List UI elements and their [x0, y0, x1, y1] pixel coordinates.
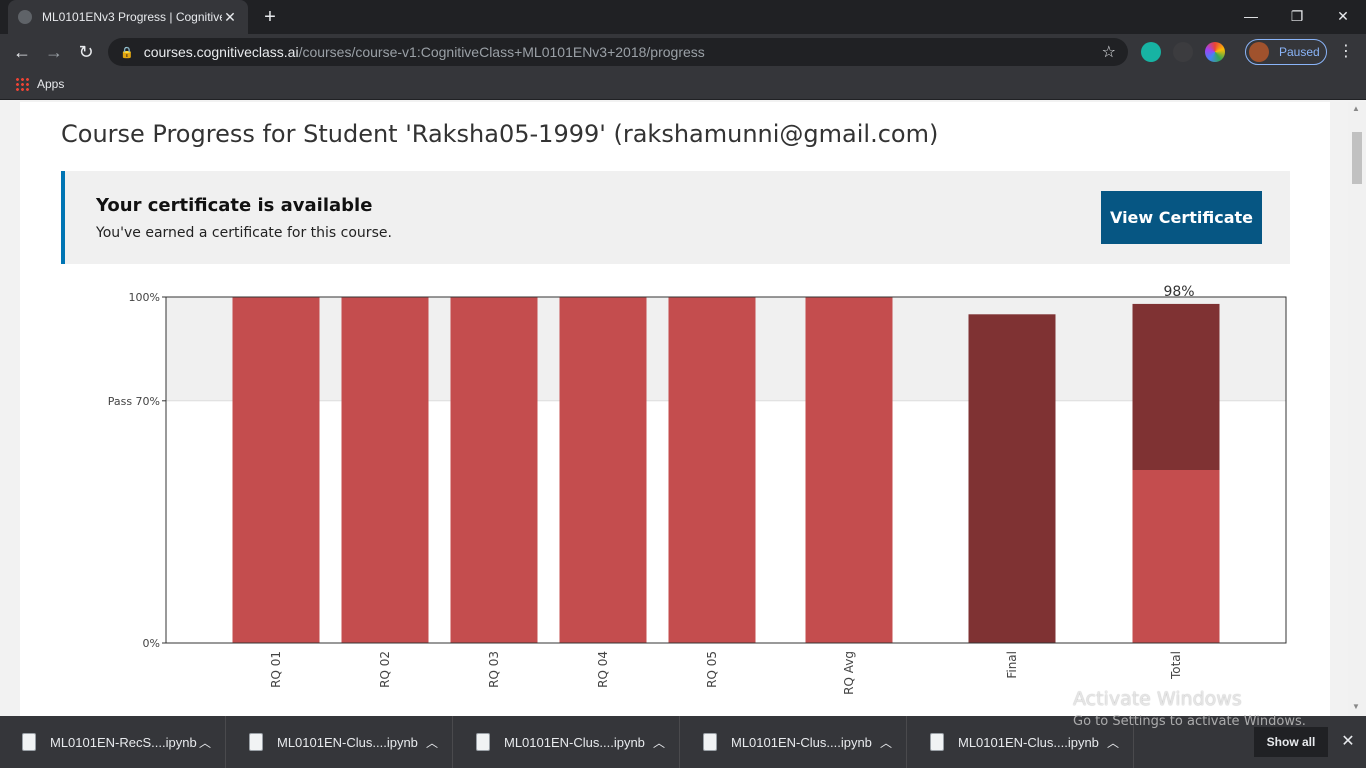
show-all-button[interactable]: Show all	[1254, 727, 1328, 757]
window-close-icon[interactable]: ✕	[1320, 0, 1366, 34]
y-tick-label: 0%	[143, 637, 160, 650]
notebook-file-icon	[249, 733, 263, 751]
close-downloads-icon[interactable]: ✕	[1336, 730, 1360, 754]
chevron-up-icon[interactable]: ︿	[880, 734, 892, 751]
forward-icon[interactable]: →	[42, 40, 66, 64]
scrollbar-thumb[interactable]	[1352, 132, 1362, 184]
x-tick-label: RQ 02	[378, 651, 392, 688]
x-tick-label: RQ 04	[596, 651, 610, 688]
total-data-label: 98%	[1163, 284, 1194, 300]
x-tick-label: RQ Avg	[842, 651, 856, 695]
progress-chart: 0% Pass 70% 100% RQ 01 RQ 02 RQ 03 RQ 04 RQ 05 R…	[108, 284, 1287, 695]
url-path: /courses/course-v1:CognitiveClass+ML0101…	[298, 44, 705, 60]
apps-bookmark[interactable]: Apps	[15, 77, 64, 91]
lock-icon: 🔒	[120, 46, 134, 59]
reload-icon[interactable]: ↻	[74, 40, 98, 64]
download-label: ML0101EN-Clus....ipynb	[504, 734, 645, 750]
y-tick-label: 100%	[129, 291, 160, 304]
browser-tab[interactable]: ML0101ENv3 Progress | Cognitive ✕	[8, 0, 248, 34]
activate-windows-subtext: Go to Settings to activate Windows.	[1073, 714, 1306, 729]
new-tab-button[interactable]: +	[258, 5, 282, 29]
bar-rq-avg	[805, 297, 893, 643]
bar-rq-05	[668, 297, 756, 643]
x-tick-label: RQ 03	[487, 651, 501, 688]
notebook-file-icon	[476, 733, 490, 751]
bar-total-lower	[1132, 470, 1220, 643]
bar-total-upper	[1132, 303, 1220, 470]
url-host: courses.cognitiveclass.ai	[143, 44, 299, 60]
extension-m-icon[interactable]	[1141, 42, 1161, 62]
download-label: ML0101EN-Clus....ipynb	[731, 734, 872, 750]
close-tab-icon[interactable]: ✕	[222, 9, 238, 26]
globe-icon	[18, 10, 32, 24]
bar-rq-01	[232, 297, 320, 643]
bar-rq-04	[559, 297, 647, 643]
page-scrollbar[interactable]: ▲ ▼	[1348, 102, 1366, 716]
restore-icon[interactable]: ❐	[1274, 0, 1320, 34]
y-tick-label: Pass 70%	[108, 395, 160, 408]
apps-label: Apps	[37, 77, 65, 91]
profile-button[interactable]: Paused	[1245, 39, 1327, 65]
chevron-up-icon[interactable]: ︿	[199, 734, 211, 751]
browser-toolbar: ← → ↻ 🔒 courses.cognitiveclass.ai/course…	[0, 34, 1366, 70]
chevron-up-icon[interactable]: ︿	[426, 734, 438, 751]
extension-icon[interactable]	[1173, 42, 1193, 62]
download-item[interactable]: ML0101EN-Clus....ipynb ︿	[227, 716, 453, 768]
chevron-up-icon[interactable]: ︿	[1107, 734, 1119, 751]
scroll-up-icon[interactable]: ▲	[1352, 104, 1360, 113]
chevron-up-icon[interactable]: ︿	[653, 734, 665, 751]
color-extension-icon[interactable]	[1205, 42, 1225, 62]
download-label: ML0101EN-RecS....ipynb	[50, 734, 197, 750]
tab-strip: ML0101ENv3 Progress | Cognitive ✕ + — ❐ …	[0, 0, 1366, 34]
download-item[interactable]: ML0101EN-Clus....ipynb ︿	[681, 716, 907, 768]
x-tick-label: RQ 05	[705, 651, 719, 688]
back-icon[interactable]: ←	[10, 40, 34, 64]
apps-grid-icon	[15, 77, 29, 91]
bar-rq-02	[341, 297, 429, 643]
address-bar[interactable]: 🔒 courses.cognitiveclass.ai/courses/cour…	[108, 38, 1128, 66]
x-tick-label: Total	[1169, 651, 1183, 680]
bookmark-star-icon[interactable]: ☆	[1102, 42, 1116, 62]
bookmarks-bar: Apps	[0, 70, 1366, 100]
download-label: ML0101EN-Clus....ipynb	[277, 734, 418, 750]
menu-kebab-icon[interactable]: ⋮	[1334, 40, 1358, 64]
download-label: ML0101EN-Clus....ipynb	[958, 734, 1099, 750]
download-item[interactable]: ML0101EN-Clus....ipynb ︿	[454, 716, 680, 768]
avatar	[1249, 42, 1269, 62]
download-item[interactable]: ML0101EN-RecS....ipynb ︿	[0, 716, 226, 768]
x-tick-label: Final	[1005, 651, 1019, 679]
profile-status: Paused	[1279, 45, 1320, 59]
tab-title: ML0101ENv3 Progress | Cognitive	[42, 10, 222, 24]
notebook-file-icon	[930, 733, 944, 751]
notebook-file-icon	[703, 733, 717, 751]
bar-final	[968, 314, 1056, 643]
x-tick-label: RQ 01	[269, 651, 283, 688]
minimize-icon[interactable]: —	[1228, 0, 1274, 34]
activate-windows-watermark: Activate Windows	[1073, 688, 1242, 710]
scroll-down-icon[interactable]: ▼	[1352, 702, 1360, 711]
bar-rq-03	[450, 297, 538, 643]
notebook-file-icon	[22, 733, 36, 751]
